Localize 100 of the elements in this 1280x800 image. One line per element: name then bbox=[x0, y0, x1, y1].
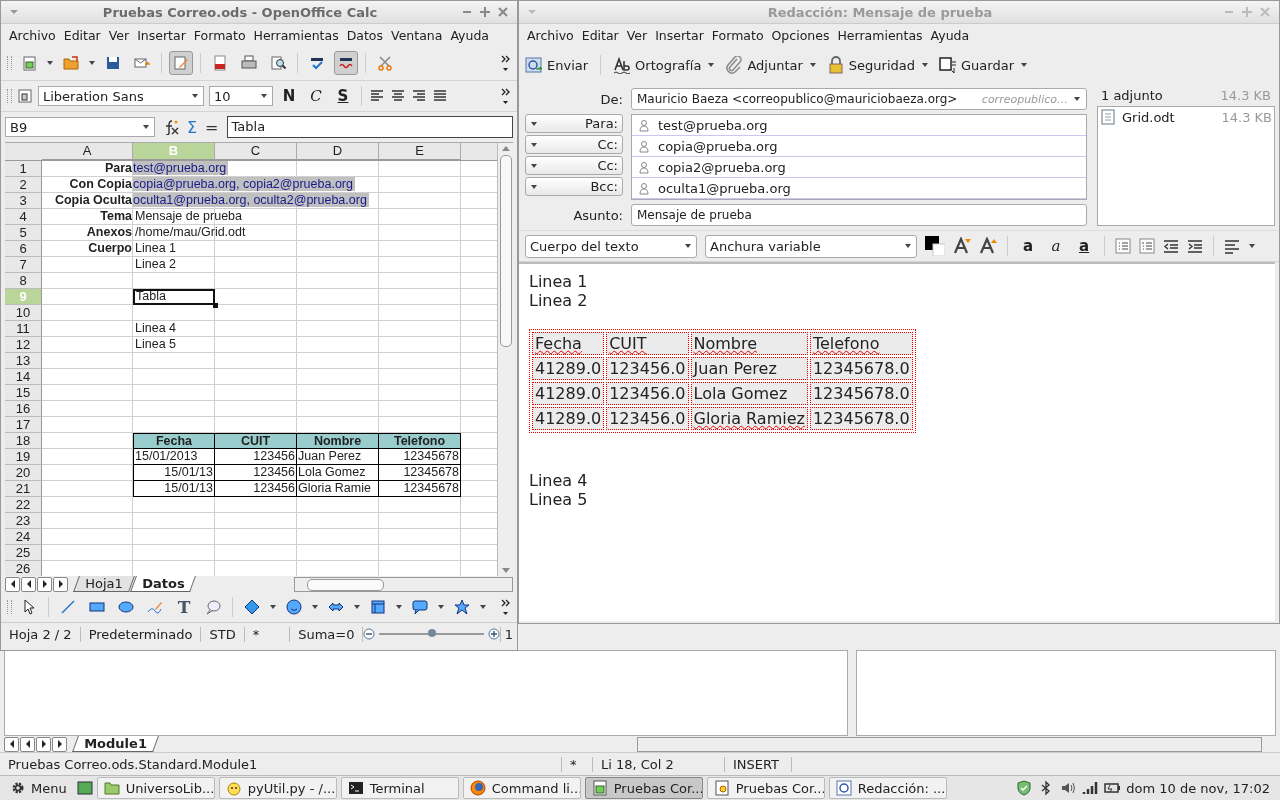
smaller-font-icon[interactable] bbox=[979, 237, 997, 255]
menu-item[interactable]: Ayuda bbox=[446, 27, 493, 43]
underline-button[interactable]: S bbox=[332, 87, 354, 105]
row-header[interactable]: 14 bbox=[5, 369, 42, 385]
recipient-type-dropdown[interactable]: Cc: bbox=[525, 156, 623, 175]
signal-icon[interactable] bbox=[1082, 780, 1099, 796]
menu-item[interactable]: Herramientas bbox=[249, 27, 343, 43]
taskbar-button[interactable]: Redacción: ... bbox=[828, 777, 947, 799]
caret-icon[interactable] bbox=[88, 59, 96, 67]
menu-item[interactable]: Formato bbox=[189, 27, 250, 43]
overflow-icon[interactable] bbox=[501, 598, 511, 616]
menu-item[interactable]: Editar bbox=[59, 27, 105, 43]
taskbar-button[interactable]: pyUtil.py - /... bbox=[218, 777, 337, 799]
larger-font-icon[interactable] bbox=[953, 237, 971, 255]
row-header[interactable]: 2 bbox=[5, 177, 42, 193]
toolbar-button[interactable]: Ortografía bbox=[613, 56, 702, 74]
menu-item[interactable]: Ventana bbox=[387, 27, 447, 43]
recipient-address[interactable]: oculta1@prueba.org bbox=[658, 180, 791, 196]
row-header[interactable]: 12 bbox=[5, 337, 42, 353]
row-header[interactable]: 23 bbox=[5, 513, 42, 529]
row-header[interactable]: 21 bbox=[5, 481, 42, 497]
row-header[interactable]: 1 bbox=[5, 161, 42, 177]
menu-item[interactable]: Opciones bbox=[767, 27, 834, 43]
caret-icon[interactable] bbox=[46, 59, 54, 67]
bulleted-list-icon[interactable] bbox=[1115, 238, 1131, 254]
menu-item[interactable]: Ayuda bbox=[926, 27, 974, 43]
menu-item[interactable]: Ver bbox=[622, 27, 652, 43]
overflow-icon[interactable] bbox=[501, 87, 511, 105]
row-header[interactable]: 19 bbox=[5, 449, 42, 465]
text-tool-button[interactable]: T bbox=[172, 595, 196, 619]
start-menu-button[interactable]: Menu bbox=[4, 777, 73, 799]
caret-icon[interactable] bbox=[707, 61, 716, 69]
row-header[interactable]: 20 bbox=[5, 465, 42, 481]
battery-icon[interactable] bbox=[1104, 780, 1121, 796]
row-header[interactable]: 26 bbox=[5, 561, 42, 576]
toolbar-button[interactable]: Adjuntar bbox=[725, 56, 803, 74]
italic-button[interactable]: a bbox=[1046, 237, 1066, 255]
font-size-dropdown[interactable]: 10 bbox=[209, 86, 273, 106]
taskbar-button[interactable]: Pruebas Cor... bbox=[584, 777, 703, 799]
zoom-out-icon[interactable] bbox=[363, 628, 376, 640]
taskbar-button[interactable]: Pruebas Cor... bbox=[706, 777, 825, 799]
align-center-icon[interactable] bbox=[390, 88, 406, 104]
row-header[interactable]: 13 bbox=[5, 353, 42, 369]
formula-button[interactable]: = bbox=[205, 117, 219, 137]
row-header[interactable]: 6 bbox=[5, 241, 42, 257]
row-header[interactable]: 24 bbox=[5, 529, 42, 545]
caret-icon[interactable] bbox=[395, 603, 403, 611]
column-header[interactable]: E bbox=[379, 143, 461, 160]
toolbar-button[interactable]: Guardar bbox=[939, 56, 1014, 74]
taskbar-button[interactable]: Terminal bbox=[340, 777, 459, 799]
recipient-address[interactable]: copia@prueba.org bbox=[658, 138, 778, 154]
row-header[interactable]: 11 bbox=[5, 321, 42, 337]
row-header[interactable]: 16 bbox=[5, 401, 42, 417]
selected-cell[interactable]: Tabla bbox=[133, 289, 215, 305]
row-header[interactable]: 5 bbox=[5, 225, 42, 241]
sheet-prev-button[interactable] bbox=[21, 576, 36, 592]
recipient-address[interactable]: copia2@prueba.org bbox=[658, 159, 786, 175]
close-icon[interactable] bbox=[497, 6, 509, 18]
caret-icon[interactable] bbox=[808, 61, 817, 69]
caret-icon[interactable] bbox=[479, 603, 487, 611]
menu-item[interactable]: Insertar bbox=[133, 27, 190, 43]
menu-item[interactable]: Editar bbox=[577, 27, 623, 43]
row-header[interactable]: 18 bbox=[5, 433, 42, 449]
menu-item[interactable]: Insertar bbox=[651, 27, 708, 43]
caret-icon[interactable] bbox=[921, 61, 930, 69]
menu-item[interactable]: Formato bbox=[707, 27, 768, 43]
message-body[interactable]: Linea 1 Linea 2 Fecha CUIT Nombre Telefono 41289.0 123456.0 Juan Perez 12345678.0 41289.0 123456.0 Lola Gomez 12345678.0 41289.0 123456.0 Gloria Ramiez 12345678.0 Linea 4 Linea 5 bbox=[519, 262, 1275, 621]
row-header[interactable]: 22 bbox=[5, 497, 42, 513]
caret-icon[interactable] bbox=[353, 603, 361, 611]
font-name-dropdown[interactable]: Liberation Sans bbox=[38, 86, 204, 106]
caret-icon[interactable] bbox=[1020, 61, 1028, 69]
column-header[interactable]: C bbox=[215, 143, 297, 160]
sheet-tab[interactable]: Datos bbox=[129, 576, 196, 592]
function-wizard-icon[interactable] bbox=[163, 119, 179, 135]
row-header[interactable]: 4 bbox=[5, 209, 42, 225]
sheet-next-button[interactable] bbox=[37, 576, 52, 592]
sum-button[interactable]: Σ bbox=[187, 117, 198, 137]
sheet-first-button[interactable] bbox=[5, 576, 20, 592]
outdent-icon[interactable] bbox=[1163, 238, 1179, 254]
zoom-in-icon[interactable] bbox=[487, 628, 500, 640]
row-header[interactable]: 25 bbox=[5, 545, 42, 561]
menu-item[interactable]: Herramientas bbox=[833, 27, 927, 43]
recipient-address[interactable]: test@prueba.org bbox=[658, 117, 768, 133]
volume-icon[interactable] bbox=[1060, 780, 1077, 796]
cell-reference-box[interactable]: B9 bbox=[5, 117, 155, 137]
recipient-type-dropdown[interactable]: Cc: bbox=[525, 135, 623, 154]
bold-button[interactable]: a bbox=[1018, 237, 1038, 255]
horizontal-scrollbar[interactable] bbox=[636, 736, 1262, 752]
caret-icon[interactable] bbox=[311, 603, 319, 611]
caret-icon[interactable] bbox=[1248, 242, 1256, 250]
subject-input[interactable]: Mensaje de prueba bbox=[631, 204, 1087, 226]
indent-icon[interactable] bbox=[1187, 238, 1203, 254]
align-left-icon[interactable] bbox=[369, 88, 385, 104]
sender-dropdown[interactable]: Mauricio Baeza <correopublico@mauriciobaeza.org> correopublico… bbox=[631, 88, 1087, 110]
module-last-button[interactable] bbox=[52, 736, 67, 752]
paragraph-style-dropdown[interactable]: Cuerpo del texto bbox=[525, 234, 697, 258]
sheet-last-button[interactable] bbox=[53, 576, 68, 592]
module-prev-button[interactable] bbox=[20, 736, 35, 752]
align-icon[interactable] bbox=[1224, 238, 1240, 254]
formula-input[interactable]: Tabla bbox=[226, 116, 513, 138]
